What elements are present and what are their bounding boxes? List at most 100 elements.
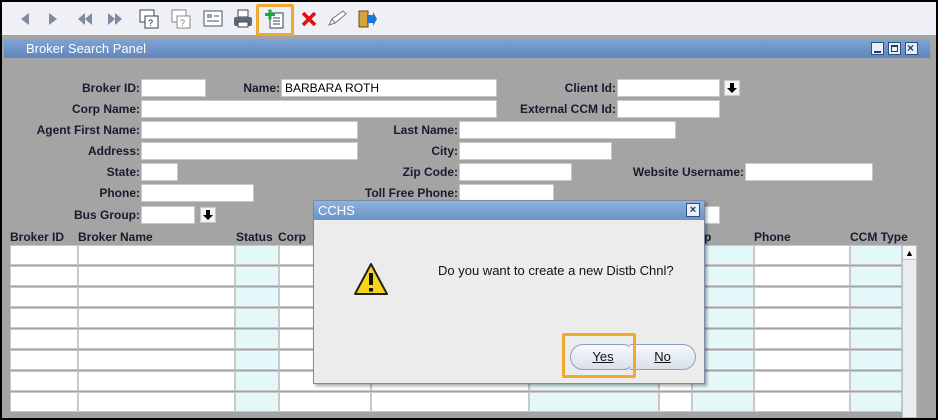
grid-cell[interactable] bbox=[10, 287, 78, 307]
grid-cell[interactable] bbox=[78, 308, 235, 328]
grid-cell[interactable] bbox=[78, 245, 235, 265]
print-icon[interactable] bbox=[230, 6, 256, 32]
grid-cell[interactable] bbox=[78, 329, 235, 349]
edit-icon[interactable] bbox=[324, 6, 350, 32]
form-icon[interactable] bbox=[200, 6, 226, 32]
grid-cell[interactable] bbox=[850, 371, 902, 391]
grid-cell[interactable] bbox=[235, 350, 279, 370]
grid-cell[interactable] bbox=[78, 392, 235, 412]
app-frame: ? ? Broker Search Panel × Broker ID: Nam… bbox=[2, 2, 936, 418]
state-input[interactable] bbox=[141, 163, 178, 181]
grid-cell[interactable] bbox=[235, 371, 279, 391]
broker-id-input[interactable] bbox=[141, 79, 206, 97]
no-button[interactable]: No bbox=[630, 344, 696, 370]
grid-cell[interactable] bbox=[850, 350, 902, 370]
grid-cell[interactable] bbox=[850, 287, 902, 307]
grid-cell[interactable] bbox=[235, 329, 279, 349]
last-name-label: Last Name: bbox=[393, 123, 458, 137]
confirm-dialog: CCHS × Do you want to create a new Distb… bbox=[313, 200, 705, 384]
grid-cell[interactable] bbox=[754, 392, 850, 412]
grid-cell[interactable] bbox=[10, 371, 78, 391]
grid-cell[interactable] bbox=[78, 371, 235, 391]
grid-cell[interactable] bbox=[754, 329, 850, 349]
grid-cell[interactable] bbox=[754, 245, 850, 265]
address-label: Address: bbox=[87, 144, 140, 158]
client-id-label: Client Id: bbox=[564, 81, 616, 95]
grid-cell[interactable] bbox=[754, 308, 850, 328]
agent-first-input[interactable] bbox=[141, 121, 358, 139]
grid-cell[interactable] bbox=[850, 392, 902, 412]
website-username-input[interactable] bbox=[745, 163, 873, 181]
grid-cell[interactable] bbox=[10, 350, 78, 370]
client-id-input[interactable] bbox=[617, 79, 720, 97]
name-input[interactable]: BARBARA ROTH bbox=[281, 79, 497, 97]
last-name-input[interactable] bbox=[459, 121, 676, 139]
col-broker-id: Broker ID bbox=[10, 230, 65, 244]
toolbar: ? ? bbox=[2, 2, 936, 36]
svg-text:?: ? bbox=[180, 18, 185, 28]
maximize-icon[interactable] bbox=[888, 42, 901, 55]
close-icon[interactable]: × bbox=[905, 42, 918, 55]
grid-cell[interactable] bbox=[754, 266, 850, 286]
grid-cell[interactable] bbox=[692, 392, 754, 412]
grid-cell[interactable] bbox=[78, 350, 235, 370]
grid-cell[interactable] bbox=[235, 392, 279, 412]
agent-first-label: Agent First Name: bbox=[36, 123, 140, 137]
create-record-highlight bbox=[256, 4, 294, 36]
grid-cell[interactable] bbox=[754, 287, 850, 307]
grid-cell[interactable] bbox=[850, 308, 902, 328]
bus-group-input[interactable] bbox=[141, 206, 195, 224]
clear-query-icon[interactable]: ? bbox=[168, 6, 194, 32]
grid-cell[interactable] bbox=[371, 392, 529, 412]
scroll-up-icon[interactable]: ▲ bbox=[903, 246, 916, 260]
zip-code-label: Zip Code: bbox=[402, 165, 458, 179]
grid-cell[interactable] bbox=[10, 266, 78, 286]
city-label: City: bbox=[431, 144, 458, 158]
first-icon[interactable] bbox=[72, 6, 98, 32]
query-icon[interactable]: ? bbox=[136, 6, 162, 32]
yes-button-highlight bbox=[562, 333, 636, 378]
external-ccm-input[interactable] bbox=[617, 100, 720, 118]
grid-cell[interactable] bbox=[529, 392, 659, 412]
bus-group-lov-icon[interactable] bbox=[200, 207, 216, 223]
grid-cell[interactable] bbox=[235, 266, 279, 286]
exit-icon[interactable] bbox=[354, 6, 380, 32]
svg-text:?: ? bbox=[148, 18, 153, 28]
grid-cell[interactable] bbox=[850, 266, 902, 286]
delete-icon[interactable] bbox=[296, 6, 322, 32]
last-icon[interactable] bbox=[102, 6, 128, 32]
zip-code-input[interactable] bbox=[459, 163, 572, 181]
grid-scrollbar[interactable]: ▲ bbox=[902, 245, 917, 418]
grid-cell[interactable] bbox=[235, 245, 279, 265]
grid-cell[interactable] bbox=[850, 329, 902, 349]
client-id-lov-icon[interactable] bbox=[724, 80, 740, 96]
grid-cell[interactable] bbox=[754, 350, 850, 370]
grid-cell[interactable] bbox=[754, 371, 850, 391]
grid-cell[interactable] bbox=[659, 392, 692, 412]
phone-label: Phone: bbox=[99, 186, 140, 200]
address-input[interactable] bbox=[141, 142, 358, 160]
minimize-icon[interactable] bbox=[871, 42, 884, 55]
corp-name-input[interactable] bbox=[141, 100, 497, 118]
prev-icon[interactable] bbox=[12, 6, 38, 32]
broker-id-label: Broker ID: bbox=[81, 81, 140, 95]
grid-cell[interactable] bbox=[78, 266, 235, 286]
grid-cell[interactable] bbox=[235, 308, 279, 328]
website-username-label: Website Username: bbox=[632, 165, 744, 179]
corp-name-label: Corp Name: bbox=[71, 102, 140, 116]
phone-input[interactable] bbox=[141, 184, 254, 202]
next-icon[interactable] bbox=[40, 6, 66, 32]
dialog-close-icon[interactable]: × bbox=[686, 203, 700, 217]
col-ccm-type: CCM Type bbox=[850, 230, 908, 244]
grid-cell[interactable] bbox=[235, 287, 279, 307]
external-ccm-label: External CCM Id: bbox=[519, 102, 616, 116]
grid-cell[interactable] bbox=[279, 392, 371, 412]
grid-cell[interactable] bbox=[78, 287, 235, 307]
city-input[interactable] bbox=[459, 142, 612, 160]
grid-cell[interactable] bbox=[850, 245, 902, 265]
grid-cell[interactable] bbox=[10, 245, 78, 265]
grid-cell[interactable] bbox=[10, 308, 78, 328]
grid-cell[interactable] bbox=[10, 329, 78, 349]
hidden-field[interactable] bbox=[704, 206, 720, 224]
grid-cell[interactable] bbox=[10, 392, 78, 412]
